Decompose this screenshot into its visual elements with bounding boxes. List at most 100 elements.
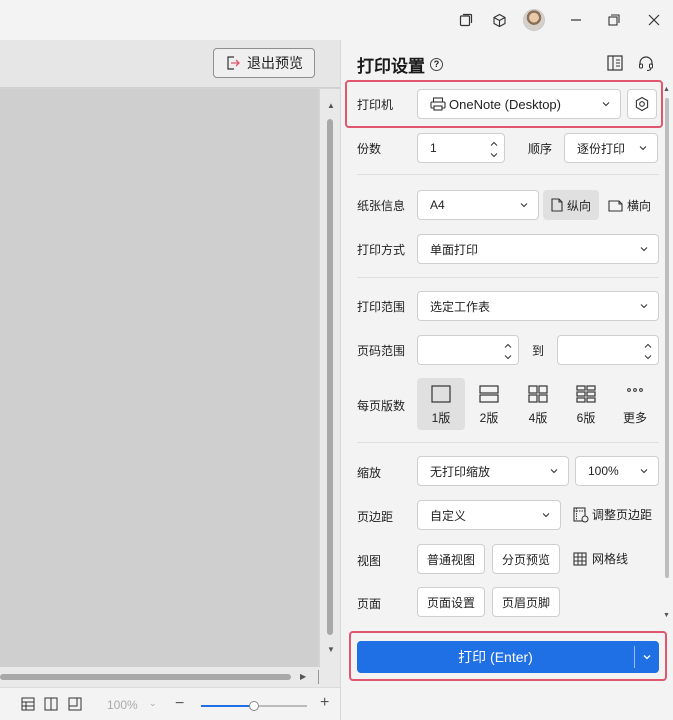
scale-value: 无打印缩放	[430, 464, 491, 479]
chevron-down-icon	[640, 247, 648, 252]
page-layout-icon[interactable]	[44, 697, 58, 711]
layout-4-option[interactable]: 4版	[514, 378, 562, 430]
headset-icon[interactable]	[637, 54, 655, 72]
horizontal-scroll-thumb[interactable]	[0, 674, 291, 680]
panel-scrollbar[interactable]: ▲ ▼	[663, 86, 671, 622]
layout-more-option[interactable]: 更多	[611, 378, 659, 430]
help-icon[interactable]: ?	[430, 58, 443, 71]
layout-2-option[interactable]: 2版	[465, 378, 513, 430]
stepper-down-icon[interactable]	[504, 350, 512, 360]
page-setup-button[interactable]: 页面设置	[417, 587, 485, 617]
exit-preview-button[interactable]: 退出预览	[213, 48, 315, 78]
gridlines-toggle[interactable]: 网格线	[573, 550, 628, 567]
restore-icon[interactable]	[604, 10, 624, 30]
scroll-divider	[318, 670, 319, 684]
vertical-scroll-thumb[interactable]	[327, 119, 333, 635]
zoom-dropdown-icon[interactable]: ⌄	[149, 698, 157, 709]
chevron-down-icon	[643, 655, 651, 660]
chevron-down-icon	[542, 513, 550, 518]
page-range-to-label: 到	[532, 344, 545, 358]
scale-percent-value: 100%	[588, 464, 619, 478]
zoom-slider[interactable]	[201, 701, 307, 711]
print-mode-select[interactable]: 单面打印	[417, 234, 659, 264]
adjust-margin-icon	[573, 506, 589, 522]
print-mode-label: 打印方式	[357, 243, 406, 257]
zoom-in-icon[interactable]: +	[320, 694, 329, 712]
per-page-label: 每页版数	[357, 399, 406, 413]
landscape-button[interactable]: 横向	[608, 197, 651, 214]
close-icon[interactable]	[644, 10, 664, 30]
scale-select[interactable]: 无打印缩放	[417, 456, 569, 486]
layout-6-icon	[576, 385, 596, 403]
normal-view-button[interactable]: 普通视图	[417, 544, 485, 574]
divider	[357, 442, 659, 443]
title-bar	[0, 0, 673, 40]
minimize-icon[interactable]	[566, 10, 586, 30]
print-range-value: 选定工作表	[430, 299, 491, 314]
panel-scroll-up-icon[interactable]: ▲	[663, 86, 670, 93]
print-range-select[interactable]: 选定工作表	[417, 291, 659, 321]
copies-stepper[interactable]	[490, 137, 498, 158]
stepper-down-icon[interactable]	[490, 148, 498, 158]
scale-label: 缩放	[357, 466, 382, 480]
print-preview-area: 退出预览 ▲ ▼ ▶ 100% ⌄ − +	[0, 40, 340, 720]
chevron-down-icon	[640, 469, 648, 474]
layout-4-icon	[528, 385, 548, 403]
print-options-button[interactable]	[635, 641, 659, 673]
stepper-down-icon[interactable]	[644, 350, 652, 360]
panel-layout-icon[interactable]	[606, 54, 624, 72]
page-label: 页面	[357, 597, 382, 611]
chevron-down-icon	[640, 304, 648, 309]
print-button[interactable]: 打印 (Enter)	[357, 641, 634, 673]
page-to-stepper[interactable]	[644, 339, 652, 360]
stepper-up-icon[interactable]	[490, 137, 498, 146]
page-break-icon[interactable]	[68, 697, 82, 711]
vertical-scrollbar[interactable]: ▲ ▼	[320, 89, 340, 667]
header-footer-button[interactable]: 页眉页脚	[492, 587, 560, 617]
panel-scroll-down-icon[interactable]: ▼	[663, 612, 670, 619]
panel-scroll-thumb[interactable]	[665, 98, 669, 578]
page-break-preview-button[interactable]: 分页预览	[492, 544, 560, 574]
printer-properties-button[interactable]	[627, 89, 657, 119]
scale-percent-select[interactable]: 100%	[575, 456, 659, 486]
stepper-up-icon[interactable]	[644, 339, 652, 348]
printer-select[interactable]: OneNote (Desktop)	[417, 89, 621, 119]
paper-value: A4	[430, 198, 445, 212]
layout-6-label: 6版	[576, 411, 596, 425]
order-value: 逐份打印	[577, 141, 626, 156]
portrait-button[interactable]: 纵向	[543, 190, 599, 220]
layout-6-option[interactable]: 6版	[562, 378, 610, 430]
margin-label: 页边距	[357, 510, 394, 524]
avatar[interactable]	[523, 9, 545, 31]
window-icon[interactable]	[456, 10, 476, 30]
zoom-level[interactable]: 100%	[107, 698, 138, 712]
adjust-margin-button[interactable]: 调整页边距	[573, 506, 652, 523]
zoom-slider-knob[interactable]	[249, 701, 259, 711]
scroll-down-icon[interactable]: ▼	[327, 645, 335, 654]
cube-icon[interactable]	[489, 10, 509, 30]
order-label: 顺序	[528, 142, 553, 156]
chevron-down-icon	[520, 203, 528, 208]
printer-label: 打印机	[357, 98, 394, 112]
chevron-down-icon	[550, 469, 558, 474]
settings-icon	[635, 96, 649, 112]
horizontal-scrollbar[interactable]: ▶	[0, 667, 340, 687]
layout-1-option[interactable]: 1版	[417, 378, 465, 430]
grid-icon	[573, 551, 587, 566]
copies-input[interactable]: 1	[417, 133, 505, 163]
margin-select[interactable]: 自定义	[417, 500, 561, 530]
stepper-up-icon[interactable]	[504, 339, 512, 348]
status-bar: 100% ⌄ − +	[0, 687, 340, 720]
scroll-up-icon[interactable]: ▲	[327, 101, 335, 110]
layout-more-label: 更多	[622, 411, 647, 425]
normal-view-icon[interactable]	[21, 697, 35, 711]
page-range-to-input[interactable]	[557, 335, 659, 365]
paper-select[interactable]: A4	[417, 190, 539, 220]
page-from-stepper[interactable]	[504, 339, 512, 360]
scroll-right-icon[interactable]: ▶	[300, 672, 306, 681]
margin-value: 自定义	[430, 508, 467, 523]
page-range-from-input[interactable]	[417, 335, 519, 365]
landscape-icon	[608, 199, 623, 212]
order-select[interactable]: 逐份打印	[564, 133, 658, 163]
zoom-out-icon[interactable]: −	[175, 695, 184, 713]
